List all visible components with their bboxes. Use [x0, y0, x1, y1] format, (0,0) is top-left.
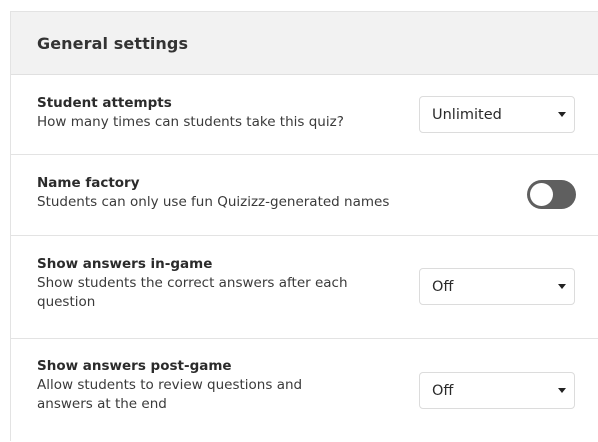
panel-header: General settings [11, 12, 598, 75]
general-settings-panel: General settings Student attempts How ma… [10, 11, 598, 441]
show-answers-in-game-select[interactable]: Off [419, 268, 575, 305]
select-value: Off [432, 382, 454, 399]
setting-row-show-answers-in-game: Show answers in-game Show students the c… [11, 236, 598, 339]
setting-row-show-answers-post-game: Show answers post-game Allow students to… [11, 339, 598, 442]
setting-text: Show answers in-game Show students the c… [37, 255, 348, 312]
show-answers-post-game-select[interactable]: Off [419, 372, 575, 409]
toggle-knob [530, 183, 553, 206]
setting-description-line-2: question [37, 294, 96, 310]
panel-title: General settings [37, 33, 189, 53]
student-attempts-select[interactable]: Unlimited [419, 96, 575, 133]
setting-text: Name factory Students can only use fun Q… [37, 174, 389, 212]
setting-title: Show answers post-game [37, 358, 232, 374]
setting-title: Student attempts [37, 95, 172, 111]
setting-description: Students can only use fun Quizizz-genera… [37, 194, 390, 210]
setting-description-line-1: Show students the correct answers after … [37, 275, 348, 291]
caret-down-icon [558, 388, 566, 393]
setting-description: How many times can students take this qu… [37, 114, 344, 130]
setting-row-student-attempts: Student attempts How many times can stud… [11, 75, 598, 155]
caret-down-icon [558, 284, 566, 289]
setting-text: Student attempts How many times can stud… [37, 94, 344, 132]
setting-title: Show answers in-game [37, 256, 213, 272]
caret-down-icon [558, 112, 566, 117]
name-factory-toggle[interactable] [527, 180, 576, 209]
setting-title: Name factory [37, 175, 140, 191]
select-value: Off [432, 278, 454, 295]
select-value: Unlimited [432, 106, 502, 123]
setting-description-line-1: Allow students to review questions and [37, 377, 303, 393]
setting-row-name-factory: Name factory Students can only use fun Q… [11, 155, 598, 236]
setting-text: Show answers post-game Allow students to… [37, 357, 302, 414]
setting-description-line-2: answers at the end [37, 396, 167, 412]
